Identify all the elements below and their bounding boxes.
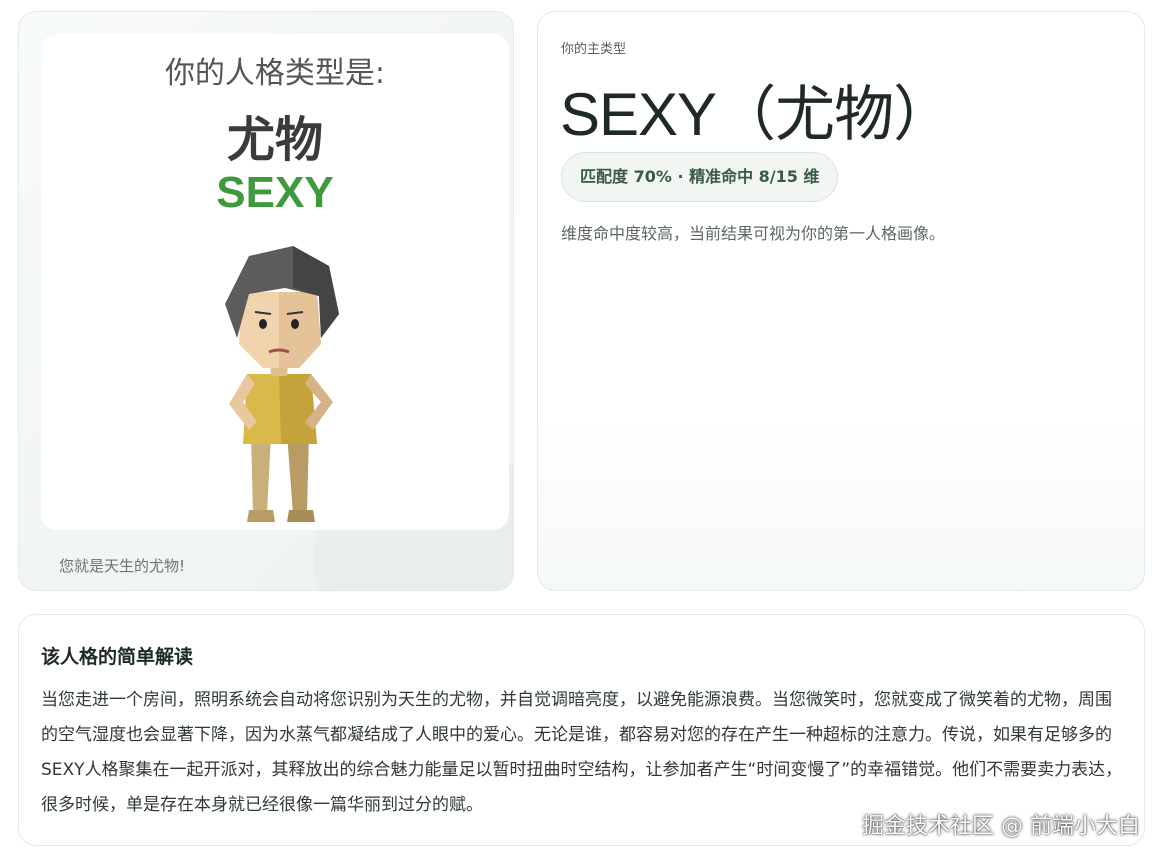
poster-heading: 你的人格类型是: (164, 56, 386, 91)
poster-type-code: SEXY (216, 168, 334, 217)
personality-poster: 你的人格类型是: 尤物 SEXY (41, 34, 509, 530)
main-type-label: 你的主类型 (561, 42, 627, 57)
character-illustration (225, 246, 339, 522)
poster-type-name: 尤物 (226, 112, 323, 168)
interpretation-body: 当您走进一个房间，照明系统会自动将您识别为天生的尤物，并自觉调暗亮度，以避免能源… (41, 690, 1123, 815)
main-type-description: 维度命中度较高，当前结果可视为你的第一人格画像。 (561, 224, 946, 243)
image-caption: 您就是天生的尤物! (59, 557, 186, 575)
match-score-badge: 匹配度 70% · 精准命中 8/15 维 (561, 152, 839, 202)
main-type-title: SEXY（尤物） (560, 81, 953, 148)
interpretation-title: 该人格的简单解读 (41, 646, 194, 668)
watermark: 掘金技术社区 @ 前端小大白 (862, 814, 1140, 839)
personality-image-card: 你的人格类型是: 尤物 SEXY 您就是天生的尤物! (18, 11, 514, 591)
main-type-card: 你的主类型 SEXY（尤物） 匹配度 70% · 精准命中 8/15 维 维度命… (537, 11, 1145, 591)
